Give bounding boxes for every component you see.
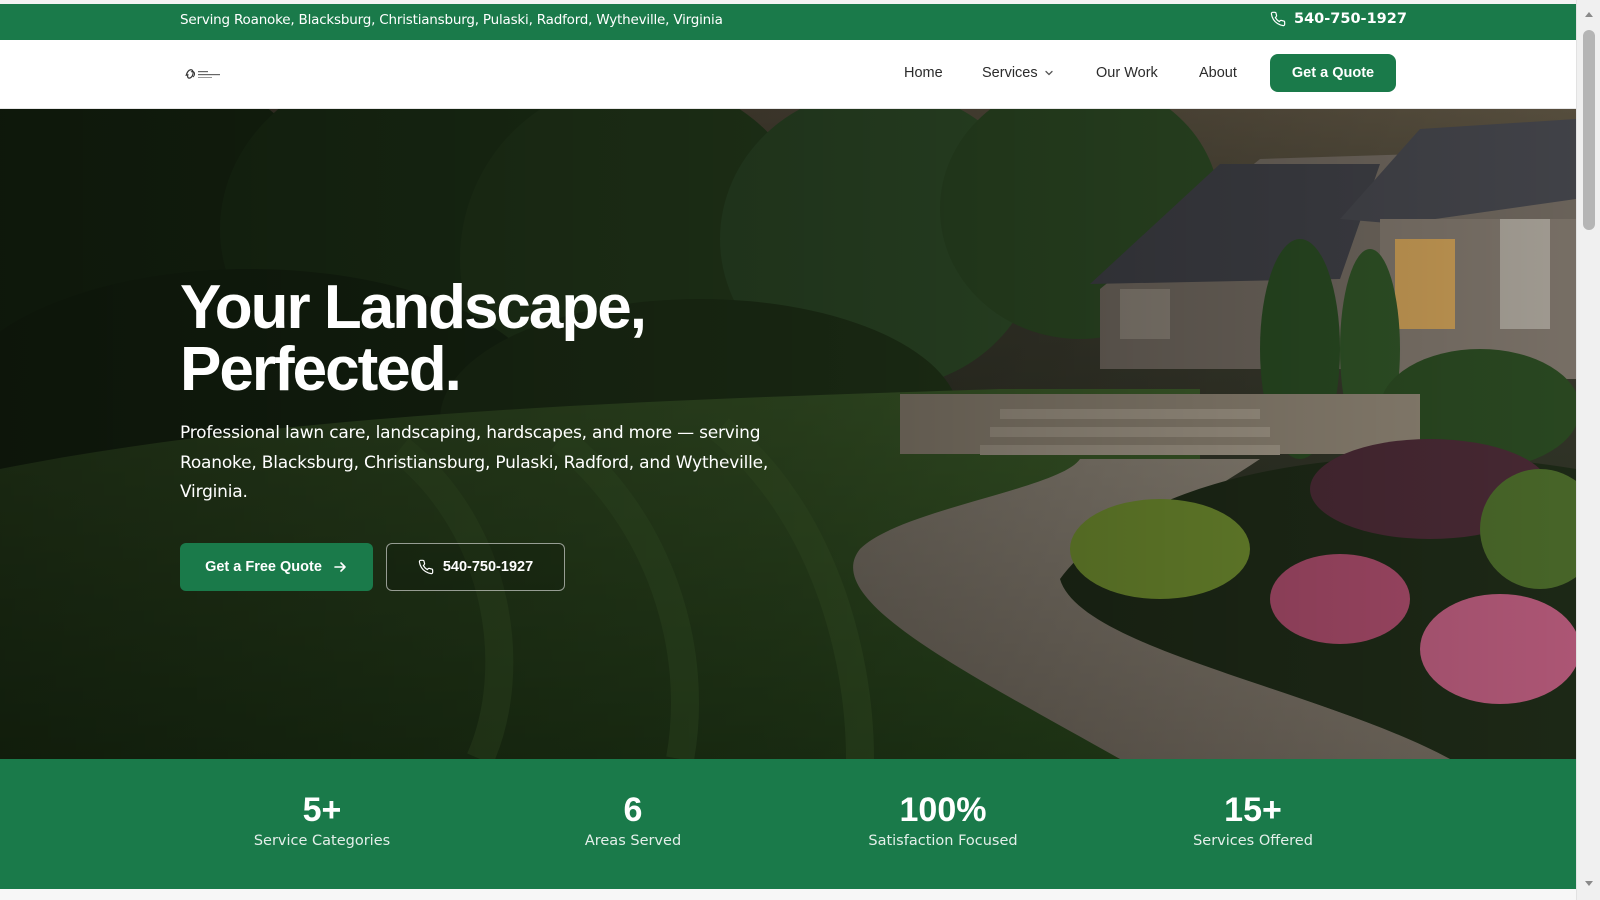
scrollbar-thumb[interactable]: [1583, 30, 1595, 230]
arrow-right-icon: [334, 562, 346, 572]
page-scrollbar[interactable]: [1576, 0, 1600, 900]
phone-icon: [418, 559, 434, 575]
stat-item: 15+ Services Offered: [1143, 791, 1363, 849]
top-info-bar: Serving Roanoke, Blacksburg, Christiansb…: [0, 4, 1576, 40]
nav-services-label: Services: [982, 65, 1038, 81]
hero-title-line1: Your Landscape,: [180, 273, 647, 342]
scroll-down-arrow-icon[interactable]: [1584, 880, 1594, 888]
get-a-quote-button[interactable]: Get a Quote: [1270, 54, 1396, 92]
stat-item: 100% Satisfaction Focused: [833, 791, 1053, 849]
page: Serving Roanoke, Blacksburg, Christiansb…: [0, 4, 1576, 900]
get-free-quote-button[interactable]: Get a Free Quote: [180, 543, 373, 591]
hero-subtitle: Professional lawn care, landscaping, har…: [180, 423, 769, 502]
next-section-edge: [0, 889, 1576, 900]
nav-about-link[interactable]: About: [1199, 65, 1237, 81]
service-areas-text: Serving Roanoke, Blacksburg, Christiansb…: [180, 12, 723, 28]
stat-label: Satisfaction Focused: [868, 833, 1018, 849]
topbar-phone-number: 540-750-1927: [1294, 11, 1407, 27]
stats-bar: 5+ Service Categories 6 Areas Served 100…: [0, 759, 1576, 889]
nav-services-dropdown[interactable]: Services: [982, 65, 1054, 81]
hero-title-line2: Perfected.: [180, 335, 462, 404]
phone-icon: [1270, 11, 1286, 27]
call-phone-label: 540-750-1927: [442, 559, 534, 575]
main-navigation: Home Services Our Work About Get a Quote: [0, 40, 1576, 109]
stat-item: 6 Areas Served: [523, 791, 743, 849]
call-phone-button[interactable]: 540-750-1927: [386, 543, 565, 591]
stat-value: 100%: [899, 791, 987, 829]
stat-label: Service Categories: [253, 833, 391, 849]
nav-home-link[interactable]: Home: [904, 65, 943, 81]
stat-value: 15+: [1224, 791, 1282, 829]
stat-label: Services Offered: [1193, 833, 1313, 849]
hero-text-block: Your Landscape, Perfected. Professional …: [180, 277, 820, 508]
get-free-quote-label: Get a Free Quote: [205, 559, 322, 575]
scroll-up-arrow-icon[interactable]: [1584, 10, 1594, 18]
nav-our-work-link[interactable]: Our Work: [1096, 65, 1158, 81]
stat-item: 5+ Service Categories: [212, 791, 432, 849]
stat-value: 5+: [302, 791, 342, 829]
chevron-down-icon: [1044, 70, 1053, 76]
stat-label: Areas Served: [584, 833, 682, 849]
stat-value: 6: [623, 791, 643, 829]
hero-section: Your Landscape, Perfected. Professional …: [0, 109, 1576, 759]
hero-title: Your Landscape, Perfected.: [180, 277, 820, 401]
hero-buttons: Get a Free Quote 540-750-1927: [180, 543, 565, 591]
topbar-phone-link[interactable]: 540-750-1927: [1270, 11, 1407, 27]
